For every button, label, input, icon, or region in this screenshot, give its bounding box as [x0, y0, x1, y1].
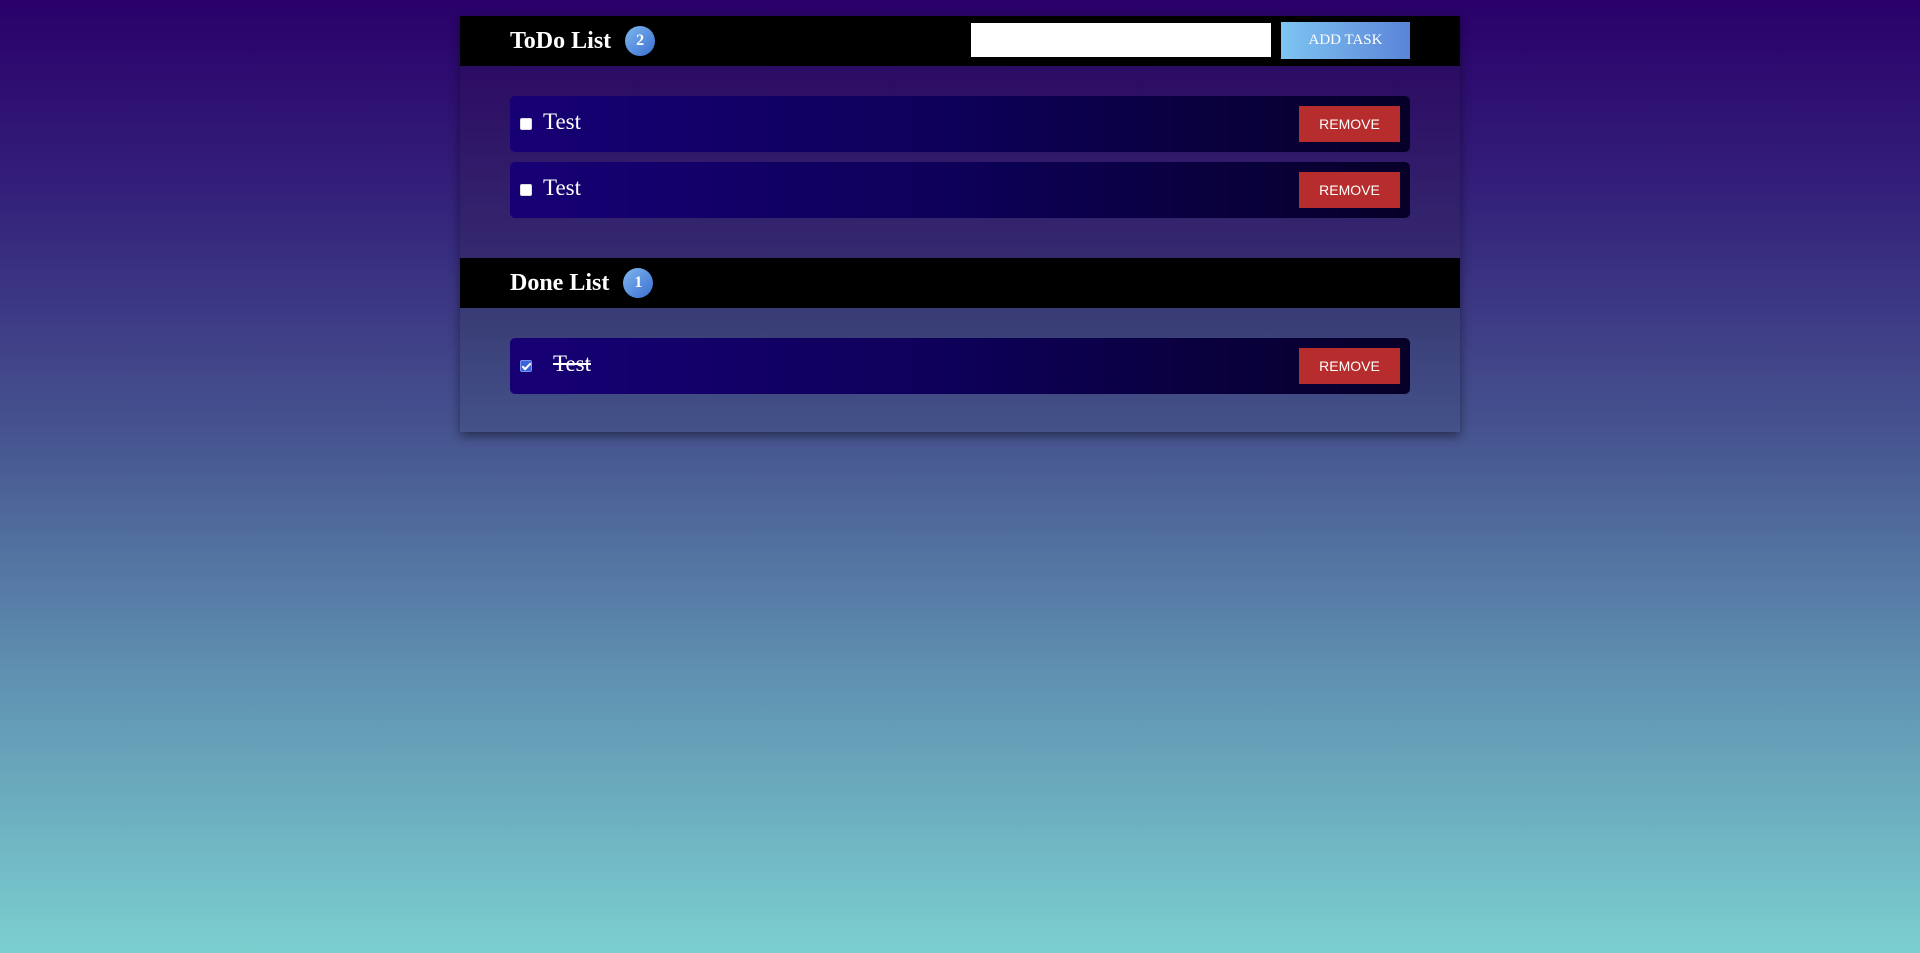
todo-task-row: Test REMOVE [510, 162, 1410, 218]
new-task-input[interactable] [971, 23, 1271, 57]
done-list-title: Done List [510, 269, 610, 296]
todo-list-body: Test REMOVE Test REMOVE [460, 66, 1460, 258]
remove-task-button[interactable]: REMOVE [1299, 106, 1400, 142]
done-task-row: Test REMOVE [510, 338, 1410, 394]
todo-task-text: Test [543, 175, 581, 200]
remove-task-button[interactable]: REMOVE [1299, 348, 1400, 384]
done-list-body: Test REMOVE [460, 308, 1460, 432]
checkbox-checked-icon[interactable] [520, 360, 532, 372]
done-list-title-group: Done List 1 [510, 268, 654, 298]
todo-app-panel: ToDo List 2 ADD TASK Test REMOVE Test RE… [460, 16, 1460, 432]
remove-task-button[interactable]: REMOVE [1299, 172, 1400, 208]
checkbox-unchecked-icon[interactable] [520, 184, 532, 196]
todo-list-header: ToDo List 2 ADD TASK [460, 16, 1460, 66]
done-list-header: Done List 1 [460, 258, 1460, 308]
checkbox-unchecked-icon[interactable] [520, 118, 532, 130]
todo-count-badge: 2 [625, 26, 656, 56]
todo-list-title-group: ToDo List 2 [510, 26, 656, 56]
todo-task-text: Test [543, 109, 581, 134]
todo-task-row: Test REMOVE [510, 96, 1410, 152]
done-task-text: Test [553, 351, 591, 376]
add-task-button[interactable]: ADD TASK [1281, 22, 1410, 59]
todo-list-title: ToDo List [510, 27, 612, 54]
done-count-badge: 1 [623, 268, 654, 298]
